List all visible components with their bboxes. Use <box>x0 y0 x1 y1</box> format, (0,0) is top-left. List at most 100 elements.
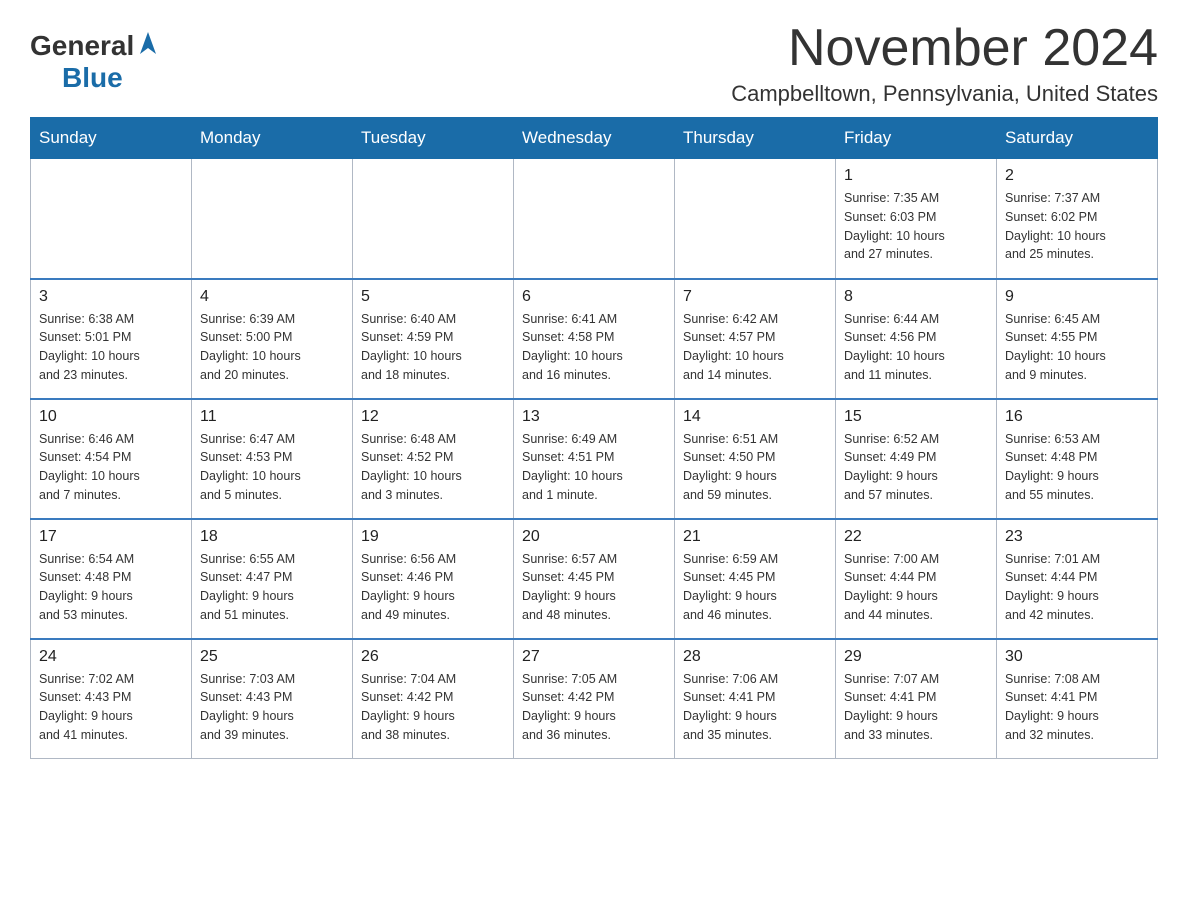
calendar-week-row: 17 Sunrise: 6:54 AM Sunset: 4:48 PM Dayli… <box>31 519 1158 639</box>
calendar-cell: 12 Sunrise: 6:48 AM Sunset: 4:52 PM Dayli… <box>353 399 514 519</box>
calendar-header-row: SundayMondayTuesdayWednesdayThursdayFrid… <box>31 118 1158 159</box>
day-number: 6 <box>522 288 666 306</box>
day-info: Sunrise: 6:54 AM Sunset: 4:48 PM Dayligh… <box>39 550 183 625</box>
day-number: 8 <box>844 288 988 306</box>
calendar-week-row: 24 Sunrise: 7:02 AM Sunset: 4:43 PM Dayli… <box>31 639 1158 759</box>
day-info: Sunrise: 6:53 AM Sunset: 4:48 PM Dayligh… <box>1005 430 1149 505</box>
day-number: 28 <box>683 648 827 666</box>
day-number: 22 <box>844 528 988 546</box>
day-info: Sunrise: 6:42 AM Sunset: 4:57 PM Dayligh… <box>683 310 827 385</box>
calendar-cell: 1Sunrise: 7:35 AM Sunset: 6:03 PM Daylig… <box>836 159 997 279</box>
day-info: Sunrise: 7:35 AM Sunset: 6:03 PM Dayligh… <box>844 189 988 264</box>
day-info: Sunrise: 7:01 AM Sunset: 4:44 PM Dayligh… <box>1005 550 1149 625</box>
day-info: Sunrise: 6:40 AM Sunset: 4:59 PM Dayligh… <box>361 310 505 385</box>
calendar-header-monday: Monday <box>192 118 353 159</box>
day-info: Sunrise: 6:41 AM Sunset: 4:58 PM Dayligh… <box>522 310 666 385</box>
calendar-cell <box>353 159 514 279</box>
day-number: 7 <box>683 288 827 306</box>
day-info: Sunrise: 6:45 AM Sunset: 4:55 PM Dayligh… <box>1005 310 1149 385</box>
day-info: Sunrise: 7:02 AM Sunset: 4:43 PM Dayligh… <box>39 670 183 745</box>
calendar-cell: 25 Sunrise: 7:03 AM Sunset: 4:43 PM Dayli… <box>192 639 353 759</box>
calendar-week-row: 3 Sunrise: 6:38 AM Sunset: 5:01 PM Daylig… <box>31 279 1158 399</box>
calendar-header-friday: Friday <box>836 118 997 159</box>
day-number: 19 <box>361 528 505 546</box>
day-number: 3 <box>39 288 183 306</box>
calendar-header-sunday: Sunday <box>31 118 192 159</box>
logo: General Blue <box>30 20 158 94</box>
day-number: 4 <box>200 288 344 306</box>
day-number: 21 <box>683 528 827 546</box>
calendar-cell: 10 Sunrise: 6:46 AM Sunset: 4:54 PM Dayli… <box>31 399 192 519</box>
calendar-cell: 17 Sunrise: 6:54 AM Sunset: 4:48 PM Dayli… <box>31 519 192 639</box>
day-info: Sunrise: 7:06 AM Sunset: 4:41 PM Dayligh… <box>683 670 827 745</box>
calendar-cell: 16 Sunrise: 6:53 AM Sunset: 4:48 PM Dayli… <box>997 399 1158 519</box>
calendar-cell: 9 Sunrise: 6:45 AM Sunset: 4:55 PM Daylig… <box>997 279 1158 399</box>
day-number: 11 <box>200 408 344 426</box>
day-info: Sunrise: 6:48 AM Sunset: 4:52 PM Dayligh… <box>361 430 505 505</box>
calendar-cell: 14 Sunrise: 6:51 AM Sunset: 4:50 PM Dayli… <box>675 399 836 519</box>
day-info: Sunrise: 6:46 AM Sunset: 4:54 PM Dayligh… <box>39 430 183 505</box>
calendar-cell: 8 Sunrise: 6:44 AM Sunset: 4:56 PM Daylig… <box>836 279 997 399</box>
day-number: 23 <box>1005 528 1149 546</box>
day-number: 13 <box>522 408 666 426</box>
day-number: 9 <box>1005 288 1149 306</box>
day-number: 16 <box>1005 408 1149 426</box>
calendar-cell: 26 Sunrise: 7:04 AM Sunset: 4:42 PM Dayli… <box>353 639 514 759</box>
logo-arrow-icon <box>138 32 158 59</box>
calendar-cell: 5Sunrise: 6:40 AM Sunset: 4:59 PM Daylig… <box>353 279 514 399</box>
day-number: 29 <box>844 648 988 666</box>
day-number: 14 <box>683 408 827 426</box>
day-info: Sunrise: 6:38 AM Sunset: 5:01 PM Dayligh… <box>39 310 183 385</box>
calendar-cell: 23 Sunrise: 7:01 AM Sunset: 4:44 PM Dayli… <box>997 519 1158 639</box>
day-number: 25 <box>200 648 344 666</box>
day-number: 15 <box>844 408 988 426</box>
calendar-header-saturday: Saturday <box>997 118 1158 159</box>
calendar-cell: 24 Sunrise: 7:02 AM Sunset: 4:43 PM Dayli… <box>31 639 192 759</box>
calendar-cell: 21Sunrise: 6:59 AM Sunset: 4:45 PM Dayli… <box>675 519 836 639</box>
day-info: Sunrise: 7:00 AM Sunset: 4:44 PM Dayligh… <box>844 550 988 625</box>
day-info: Sunrise: 6:49 AM Sunset: 4:51 PM Dayligh… <box>522 430 666 505</box>
location-subtitle: Campbelltown, Pennsylvania, United State… <box>731 81 1158 107</box>
calendar-cell: 2 Sunrise: 7:37 AM Sunset: 6:02 PM Daylig… <box>997 159 1158 279</box>
day-info: Sunrise: 6:39 AM Sunset: 5:00 PM Dayligh… <box>200 310 344 385</box>
day-info: Sunrise: 6:55 AM Sunset: 4:47 PM Dayligh… <box>200 550 344 625</box>
day-info: Sunrise: 7:05 AM Sunset: 4:42 PM Dayligh… <box>522 670 666 745</box>
calendar-week-row: 10 Sunrise: 6:46 AM Sunset: 4:54 PM Dayli… <box>31 399 1158 519</box>
calendar-header-wednesday: Wednesday <box>514 118 675 159</box>
day-number: 18 <box>200 528 344 546</box>
calendar-header-thursday: Thursday <box>675 118 836 159</box>
day-info: Sunrise: 7:03 AM Sunset: 4:43 PM Dayligh… <box>200 670 344 745</box>
day-info: Sunrise: 7:37 AM Sunset: 6:02 PM Dayligh… <box>1005 189 1149 264</box>
calendar-cell: 20Sunrise: 6:57 AM Sunset: 4:45 PM Dayli… <box>514 519 675 639</box>
day-number: 27 <box>522 648 666 666</box>
day-number: 20 <box>522 528 666 546</box>
calendar-header-tuesday: Tuesday <box>353 118 514 159</box>
day-info: Sunrise: 6:44 AM Sunset: 4:56 PM Dayligh… <box>844 310 988 385</box>
calendar-cell <box>192 159 353 279</box>
calendar-week-row: 1Sunrise: 7:35 AM Sunset: 6:03 PM Daylig… <box>31 159 1158 279</box>
page-header: General Blue November 2024 Campbelltown,… <box>30 20 1158 107</box>
day-number: 10 <box>39 408 183 426</box>
day-info: Sunrise: 7:04 AM Sunset: 4:42 PM Dayligh… <box>361 670 505 745</box>
day-number: 2 <box>1005 167 1149 185</box>
day-number: 17 <box>39 528 183 546</box>
day-number: 12 <box>361 408 505 426</box>
day-number: 26 <box>361 648 505 666</box>
calendar-cell: 29 Sunrise: 7:07 AM Sunset: 4:41 PM Dayli… <box>836 639 997 759</box>
calendar-cell <box>514 159 675 279</box>
month-title: November 2024 <box>731 20 1158 77</box>
day-info: Sunrise: 6:56 AM Sunset: 4:46 PM Dayligh… <box>361 550 505 625</box>
calendar-cell: 13 Sunrise: 6:49 AM Sunset: 4:51 PM Dayli… <box>514 399 675 519</box>
calendar-cell <box>31 159 192 279</box>
day-info: Sunrise: 6:51 AM Sunset: 4:50 PM Dayligh… <box>683 430 827 505</box>
calendar-cell: 18 Sunrise: 6:55 AM Sunset: 4:47 PM Dayli… <box>192 519 353 639</box>
calendar-cell: 3 Sunrise: 6:38 AM Sunset: 5:01 PM Daylig… <box>31 279 192 399</box>
calendar-cell: 19 Sunrise: 6:56 AM Sunset: 4:46 PM Dayli… <box>353 519 514 639</box>
title-area: November 2024 Campbelltown, Pennsylvania… <box>731 20 1158 107</box>
day-info: Sunrise: 6:47 AM Sunset: 4:53 PM Dayligh… <box>200 430 344 505</box>
day-info: Sunrise: 7:07 AM Sunset: 4:41 PM Dayligh… <box>844 670 988 745</box>
calendar-cell: 4 Sunrise: 6:39 AM Sunset: 5:00 PM Daylig… <box>192 279 353 399</box>
calendar-cell: 22 Sunrise: 7:00 AM Sunset: 4:44 PM Dayli… <box>836 519 997 639</box>
day-number: 24 <box>39 648 183 666</box>
calendar-cell: 30Sunrise: 7:08 AM Sunset: 4:41 PM Dayli… <box>997 639 1158 759</box>
